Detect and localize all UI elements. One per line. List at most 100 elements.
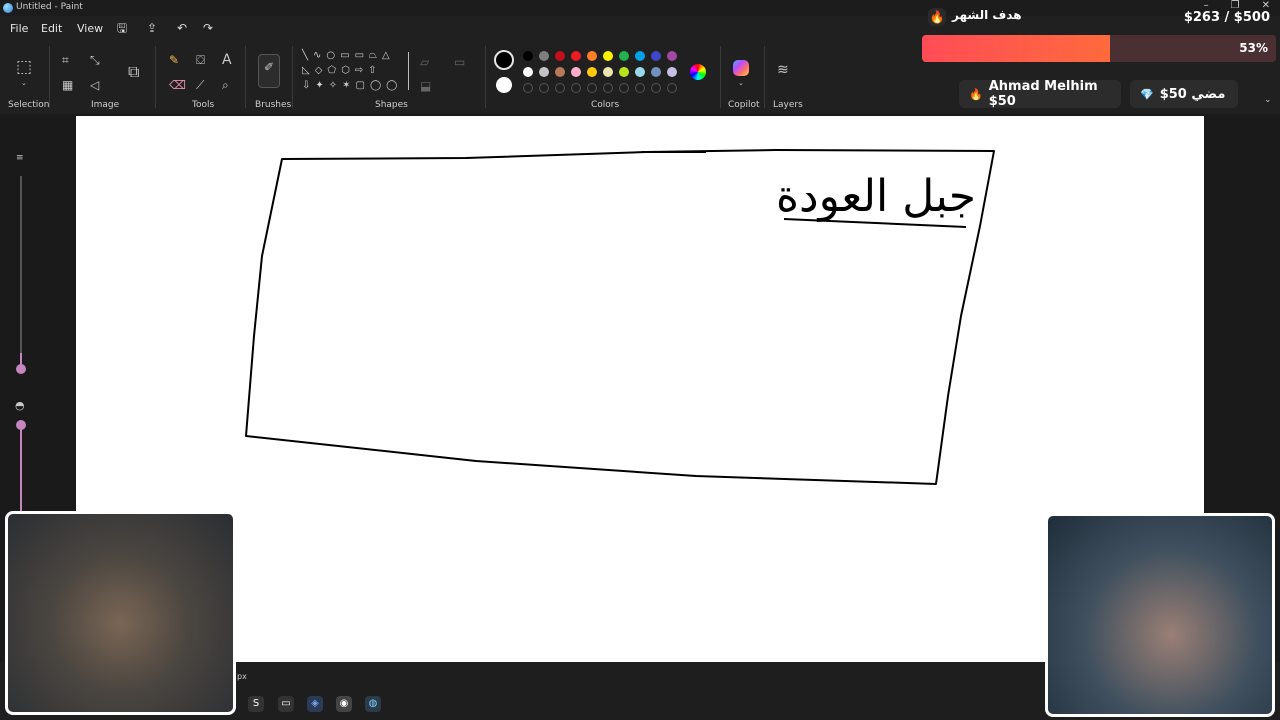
chevron-down-icon[interactable]: ⌄: [738, 80, 744, 87]
donor-1-text: Ahmad Melhim $50: [988, 79, 1098, 109]
diamond-icon: 💎: [1140, 87, 1154, 101]
color-swatch[interactable]: [603, 67, 613, 77]
shape-fill-icon[interactable]: ⬓: [420, 80, 431, 92]
copilot-icon[interactable]: [733, 60, 749, 76]
group-label-brushes: Brushes: [255, 100, 292, 110]
chevron-down-icon[interactable]: ⌄: [21, 80, 27, 87]
size-unit-label: px: [237, 672, 247, 681]
group-label-copilot: Copilot: [728, 100, 760, 110]
text-tool-icon[interactable]: A: [222, 53, 232, 67]
goal-progress-fill: [922, 35, 1110, 62]
divider: [245, 46, 246, 108]
handwritten-text: جبل العودة: [776, 171, 976, 222]
color-swatch[interactable]: [523, 67, 533, 77]
color-swatch[interactable]: [587, 67, 597, 77]
custom-color-slot[interactable]: [651, 83, 661, 93]
select-all-icon[interactable]: ▦: [62, 79, 73, 91]
image-tools-icon[interactable]: ⧉: [128, 64, 139, 80]
webcam-feed-left: [5, 511, 236, 715]
ribbon-collapse-icon[interactable]: ⌄: [1264, 96, 1272, 105]
group-label-selection: Selection: [8, 100, 50, 110]
obs-icon[interactable]: ◉: [336, 696, 352, 712]
color-swatch[interactable]: [523, 51, 533, 61]
custom-color-slot[interactable]: [603, 83, 613, 93]
flip-icon[interactable]: ◁: [90, 79, 99, 91]
selection-rect-icon[interactable]: ⬚: [16, 59, 32, 76]
pencil-icon[interactable]: ✎: [169, 54, 179, 66]
size-slider-track[interactable]: [20, 176, 22, 366]
color-swatch[interactable]: [619, 51, 629, 61]
color-swatch[interactable]: [587, 51, 597, 61]
divider: [485, 46, 486, 108]
divider: [720, 46, 721, 108]
stroke-size-icon: ≡: [16, 153, 24, 163]
fill-style-icon[interactable]: ▭: [454, 56, 465, 68]
donor-2-text: $50 مضي: [1159, 86, 1226, 102]
redo-icon[interactable]: ↷: [200, 20, 216, 36]
opacity-slider-track[interactable]: [20, 424, 22, 514]
color-swatch[interactable]: [571, 51, 581, 61]
color-swatch[interactable]: [539, 51, 549, 61]
group-label-layers: Layers: [773, 100, 803, 110]
save-icon[interactable]: 🖫: [114, 20, 130, 36]
custom-color-slot[interactable]: [619, 83, 629, 93]
edit-colors-icon[interactable]: [690, 64, 706, 80]
undo-icon[interactable]: ↶: [174, 20, 190, 36]
app-icon[interactable]: ◈: [307, 696, 323, 712]
goal-title: هدف الشهر: [952, 8, 1022, 22]
color-swatch[interactable]: [667, 51, 677, 61]
divider: [155, 46, 156, 108]
color-swatch[interactable]: [539, 67, 549, 77]
fire-icon: 🔥: [969, 87, 983, 101]
app-icon[interactable]: ▭: [278, 696, 294, 712]
color-picker-icon[interactable]: ⟋: [196, 79, 204, 91]
custom-color-slot[interactable]: [523, 83, 533, 93]
custom-color-slot[interactable]: [635, 83, 645, 93]
color-1-swatch[interactable]: [494, 50, 514, 70]
paint-taskbar-icon[interactable]: ◍: [365, 696, 381, 712]
color-swatch[interactable]: [555, 67, 565, 77]
opacity-slider-thumb[interactable]: [16, 420, 26, 430]
menu-edit[interactable]: Edit: [41, 22, 62, 35]
eraser-icon[interactable]: ⌫: [169, 79, 186, 91]
opacity-icon: ◓: [15, 399, 25, 412]
color-swatch[interactable]: [603, 51, 613, 61]
color-swatch[interactable]: [635, 67, 645, 77]
drawing-canvas[interactable]: جبل العودة: [76, 116, 1204, 662]
color-swatch[interactable]: [619, 67, 629, 77]
magnifier-icon[interactable]: ⌕: [222, 79, 229, 91]
skype-icon[interactable]: S: [248, 696, 264, 712]
color-swatch[interactable]: [651, 67, 661, 77]
color-swatch[interactable]: [651, 51, 661, 61]
group-label-colors: Colors: [591, 100, 620, 110]
custom-color-slot[interactable]: [667, 83, 677, 93]
share-icon[interactable]: ⇪: [144, 20, 160, 36]
menu-file[interactable]: File: [10, 22, 28, 35]
menu-view[interactable]: View: [77, 22, 103, 35]
custom-color-slot[interactable]: [555, 83, 565, 93]
window-title: Untitled - Paint: [16, 2, 83, 12]
brush-icon: ✐: [264, 60, 275, 74]
size-slider-thumb[interactable]: [16, 364, 26, 374]
custom-color-slot[interactable]: [587, 83, 597, 93]
layers-icon[interactable]: ≋: [777, 63, 789, 77]
shapes-scrollbar[interactable]: [408, 52, 409, 90]
fill-bucket-icon[interactable]: ⛋: [196, 54, 205, 66]
divider: [292, 46, 293, 108]
donor-badge-2: 💎 $50 مضي: [1130, 80, 1238, 108]
color-swatch[interactable]: [667, 67, 677, 77]
crop-icon[interactable]: ⌗: [62, 54, 69, 66]
brush-selector[interactable]: ✐: [258, 54, 280, 88]
color-swatch[interactable]: [555, 51, 565, 61]
outline-icon[interactable]: ▱: [420, 56, 429, 68]
resize-icon[interactable]: ⤡: [90, 54, 100, 66]
custom-color-slot[interactable]: [571, 83, 581, 93]
group-label-image: Image: [91, 100, 120, 110]
color-swatch[interactable]: [571, 67, 581, 77]
group-label-tools: Tools: [192, 100, 215, 110]
custom-color-slot[interactable]: [539, 83, 549, 93]
brush-size-panel: ≡ ◓: [8, 148, 34, 518]
color-swatch[interactable]: [635, 51, 645, 61]
shapes-gallery[interactable]: ╲∿○▭▭⏢△ ◺◇⬠⬡⇨⇧ ⇩✦✧✶▢◯◯: [302, 48, 406, 96]
color-2-swatch[interactable]: [496, 77, 512, 93]
